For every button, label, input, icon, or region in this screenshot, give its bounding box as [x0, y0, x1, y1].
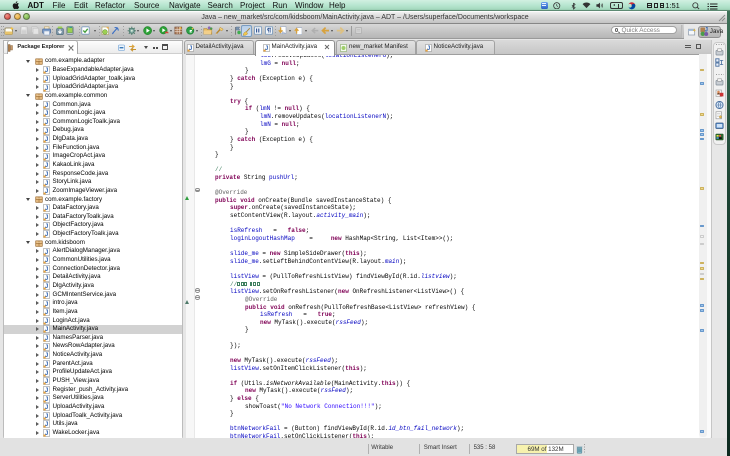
svg-text:J: J — [705, 28, 708, 34]
